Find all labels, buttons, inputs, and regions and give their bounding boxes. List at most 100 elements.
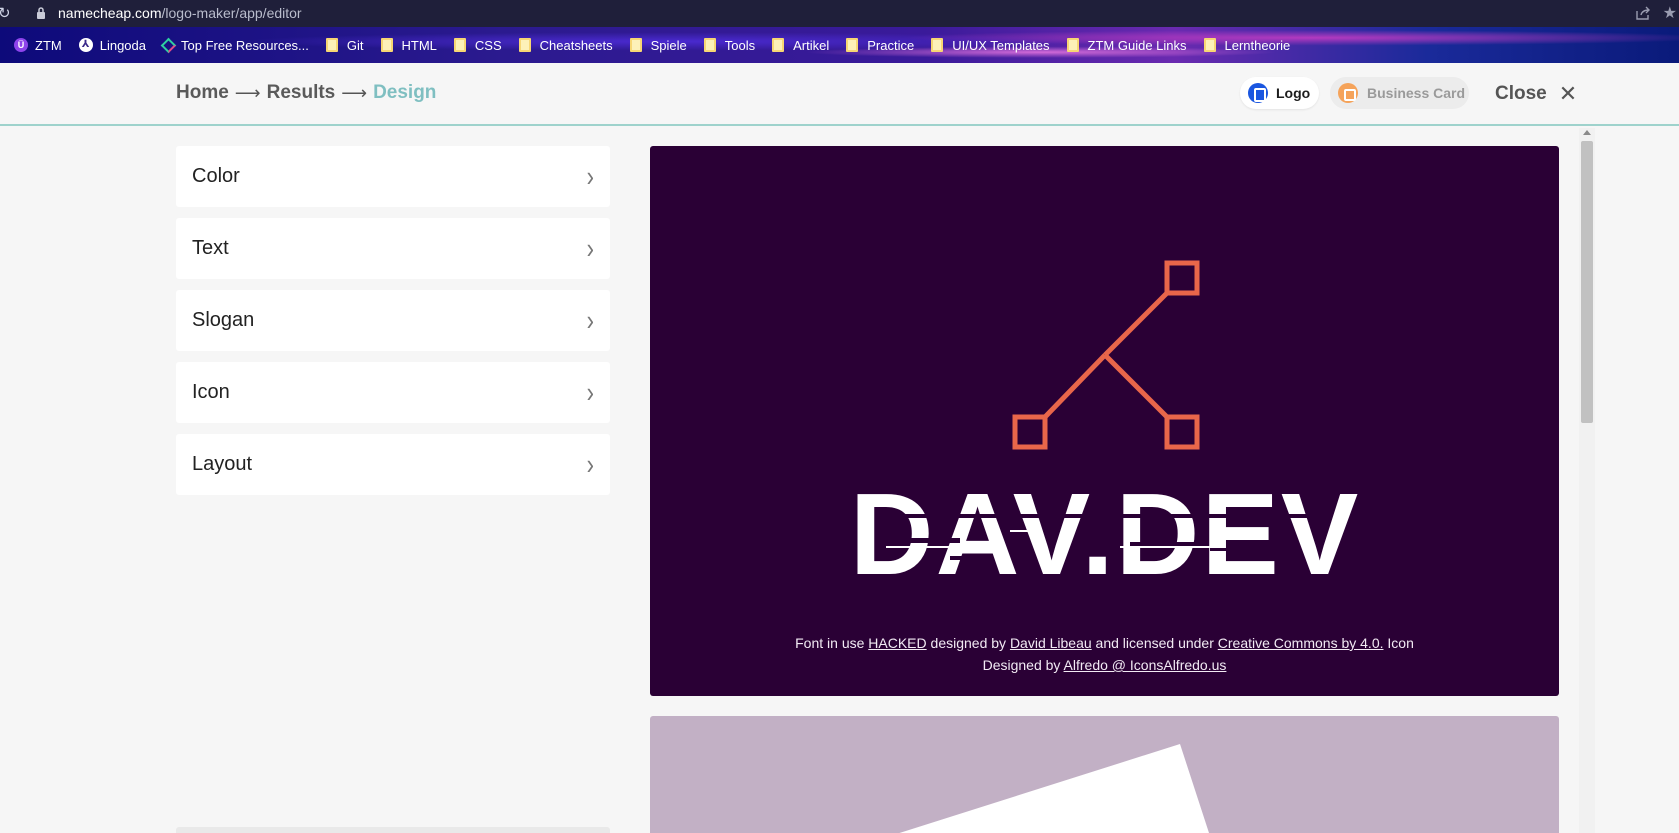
logo-artwork: DAV.DEV <box>850 260 1360 599</box>
credits-text: designed by <box>926 635 1010 651</box>
logo-preview-card[interactable]: DAV.DEV Font in use HACKED designed by D… <box>650 146 1559 696</box>
tab-logo-label: Logo <box>1276 85 1311 101</box>
breadcrumb: Home ⟶ Results ⟶ Design <box>176 82 436 104</box>
folder-icon <box>1066 38 1079 52</box>
folder-icon <box>703 38 716 52</box>
breadcrumb-arrow-icon: ⟶ <box>234 82 261 103</box>
network-node-icon <box>1012 260 1200 450</box>
card-mockup-shape <box>899 744 1210 833</box>
bookmark-git[interactable]: Git <box>325 37 364 53</box>
editor-sidebar: Color › Text › Slogan › Icon › Layout › <box>176 146 610 506</box>
chevron-right-icon: › <box>586 231 594 265</box>
bookmark-label: Practice <box>867 37 915 53</box>
bookmark-cheatsheets[interactable]: Cheatsheets <box>518 37 613 53</box>
bookmark-ztm-guide-links[interactable]: ZTM Guide Links <box>1066 37 1187 53</box>
folder-icon <box>772 38 785 52</box>
bookmark-label: ZTM <box>35 37 62 53</box>
sidebar-item-color[interactable]: Color › <box>176 146 610 207</box>
license-link[interactable]: Creative Commons by 4.0. <box>1218 635 1384 651</box>
credits-text: Font in use <box>795 635 869 651</box>
bookmark-spiele[interactable]: Spiele <box>629 37 687 53</box>
font-author-link[interactable]: David Libeau <box>1010 635 1092 651</box>
chevron-right-icon: › <box>586 159 594 193</box>
font-name-link[interactable]: HACKED <box>868 635 926 651</box>
bookmark-label: Git <box>346 37 364 53</box>
logo-text: DAV.DEV <box>850 469 1360 599</box>
business-card-preview[interactable] <box>650 716 1559 833</box>
icon-author-link[interactable]: Alfredo @ IconsAlfredo.us <box>1064 657 1227 673</box>
bookmark-practice[interactable]: Practice <box>846 38 914 53</box>
credits-text: and licensed under <box>1091 635 1218 651</box>
sidebar-item-layout[interactable]: Layout › <box>176 434 610 495</box>
bookmark-label: ZTM Guide Links <box>1087 37 1187 53</box>
resources-icon <box>160 37 177 53</box>
bookmark-top-free-resources[interactable]: Top Free Resources... <box>160 37 309 53</box>
bookmark-label: Top Free Resources... <box>181 37 309 53</box>
bookmark-lingoda[interactable]: ⅄ Lingoda <box>78 37 146 53</box>
breadcrumb-results[interactable]: Results <box>267 82 336 104</box>
editor-header: Home ⟶ Results ⟶ Design Logo Business Ca… <box>0 63 1679 126</box>
scroll-up-arrow-icon[interactable] <box>1583 130 1591 135</box>
sidebar-item-label: Icon <box>192 381 230 403</box>
sidebar-bottom-panel[interactable] <box>176 827 610 833</box>
chevron-right-icon: › <box>586 447 594 481</box>
bookmarks-bar: Ü ZTM ⅄ Lingoda Top Free Resources... Git … <box>0 27 1679 63</box>
sidebar-item-text[interactable]: Text › <box>176 218 610 279</box>
bookmark-html[interactable]: HTML <box>380 37 437 53</box>
bookmark-ui-ux-templates[interactable]: UI/UX Templates <box>931 38 1050 53</box>
bookmark-label: Tools <box>724 37 756 53</box>
folder-icon <box>380 38 393 52</box>
tab-logo[interactable]: Logo <box>1240 77 1319 109</box>
ztm-icon: Ü <box>14 38 28 52</box>
bookmark-artikel[interactable]: Artikel <box>772 38 829 53</box>
bookmark-label: HTML <box>401 37 437 53</box>
chevron-right-icon: › <box>586 303 594 337</box>
bookmark-label: Lerntheorie <box>1224 37 1291 53</box>
url-path: /logo-maker/app/editor <box>161 5 302 21</box>
credits-text: Icon <box>1383 635 1414 651</box>
bookmark-label: Cheatsheets <box>539 37 613 53</box>
bookmark-label: Spiele <box>650 37 687 53</box>
bookmark-lerntheorie[interactable]: Lerntheorie <box>1203 37 1291 53</box>
breadcrumb-design: Design <box>373 82 437 103</box>
folder-icon <box>325 38 338 52</box>
sidebar-item-label: Slogan <box>192 309 255 331</box>
sidebar-item-slogan[interactable]: Slogan › <box>176 290 610 351</box>
reload-icon[interactable]: ↻ <box>0 4 11 22</box>
close-icon: ✕ <box>1558 81 1578 106</box>
close-button[interactable]: Close ✕ <box>1495 81 1577 107</box>
lock-icon <box>37 7 45 19</box>
url-host: namecheap.com <box>58 5 162 21</box>
sidebar-item-label: Layout <box>192 453 253 475</box>
bookmark-label: Artikel <box>793 37 830 53</box>
sidebar-item-label: Color <box>192 165 240 187</box>
sidebar-item-icon[interactable]: Icon › <box>176 362 610 423</box>
browser-address-bar: ↻ namecheap.com/logo-maker/app/editor ★ <box>0 0 1679 27</box>
font-credits: Font in use HACKED designed by David Lib… <box>650 632 1559 676</box>
folder-icon <box>931 38 944 52</box>
tab-business-card[interactable]: Business Card <box>1330 77 1469 109</box>
close-label: Close <box>1495 83 1547 104</box>
page-scrollbar[interactable] <box>1579 128 1595 833</box>
sidebar-item-label: Text <box>192 237 229 259</box>
tab-business-card-label: Business Card <box>1367 85 1466 101</box>
bookmark-tools[interactable]: Tools <box>703 37 756 53</box>
chevron-right-icon: › <box>586 375 594 409</box>
credits-text: Designed by <box>982 657 1064 673</box>
folder-icon <box>629 38 642 52</box>
folder-icon <box>453 38 466 52</box>
bookmark-label: Lingoda <box>99 37 146 53</box>
business-card-icon <box>1338 83 1358 103</box>
bookmark-label: CSS <box>474 37 502 53</box>
folder-icon <box>1203 38 1216 52</box>
breadcrumb-arrow-icon: ⟶ <box>341 82 368 103</box>
breadcrumb-home[interactable]: Home <box>176 82 229 104</box>
bookmark-star-icon[interactable]: ★ <box>1663 3 1677 23</box>
bookmark-ztm[interactable]: Ü ZTM <box>14 38 62 53</box>
share-icon[interactable] <box>1635 5 1651 21</box>
scrollbar-thumb[interactable] <box>1581 141 1593 423</box>
folder-icon <box>846 38 859 52</box>
bookmark-css[interactable]: CSS <box>453 37 502 53</box>
url-field[interactable]: namecheap.com/logo-maker/app/editor <box>58 5 302 21</box>
logo-tab-icon <box>1248 83 1268 103</box>
